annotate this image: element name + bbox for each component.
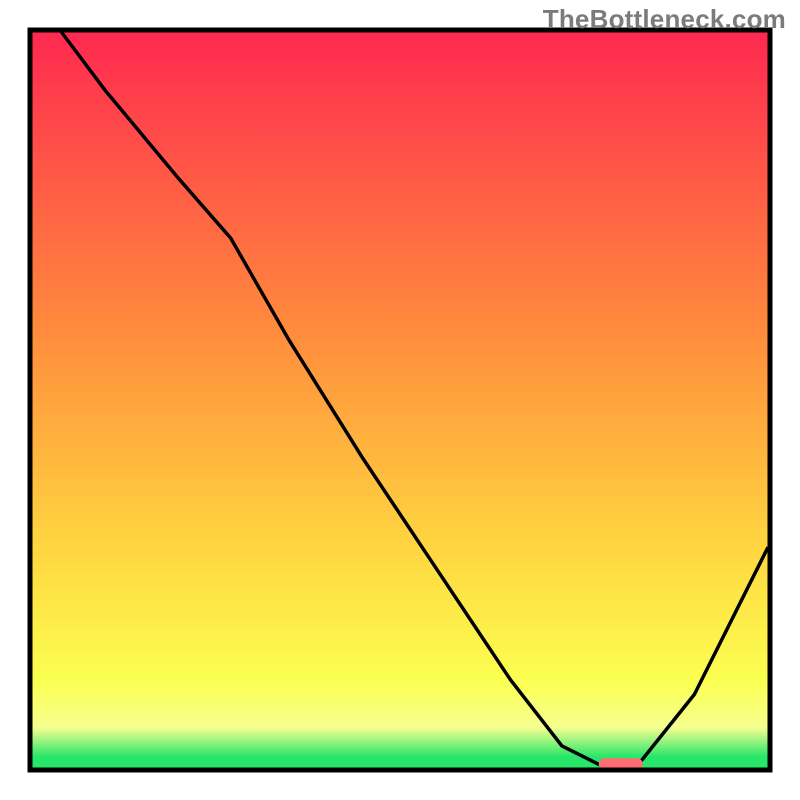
bottleneck-chart <box>0 0 800 800</box>
plot-background <box>32 32 768 768</box>
watermark-text: TheBottleneck.com <box>543 4 786 35</box>
